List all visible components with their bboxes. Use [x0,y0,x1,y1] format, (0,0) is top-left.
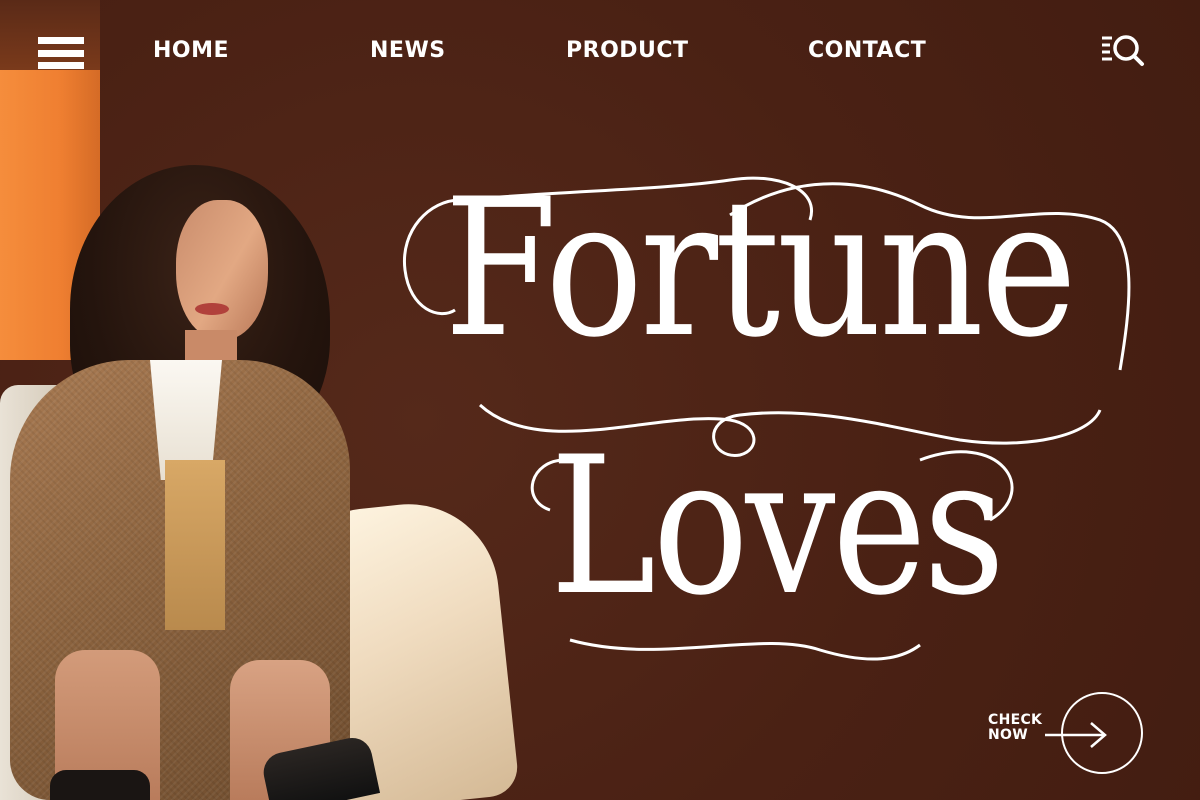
headline-word-2: Loves [550,416,1005,637]
nav-product-link[interactable]: PRODUCT [566,37,689,65]
hero-headline: Fortune Loves [400,160,1140,680]
nav-news-link[interactable]: NEWS [370,37,446,65]
list-search-icon[interactable] [1100,32,1146,68]
landing-page: HOME NEWS PRODUCT CONTACT Fortune Loves … [0,0,1200,800]
hamburger-menu-icon[interactable] [38,37,84,69]
menu-bar [38,37,84,44]
nav-contact-link[interactable]: CONTACT [808,37,926,65]
headline-word-1: Fortune [444,158,1077,379]
nav-home-link[interactable]: HOME [153,37,229,65]
model-boot-left [50,770,150,800]
menu-bar [38,49,84,57]
model-lips [195,303,229,315]
arrow-right-icon [1045,722,1107,748]
search-icon-graphic [1102,35,1144,66]
check-now-button[interactable]: CHECK NOW [985,690,1150,780]
menu-bar [38,62,84,69]
model-face [176,200,268,340]
model-sweater [165,460,225,630]
